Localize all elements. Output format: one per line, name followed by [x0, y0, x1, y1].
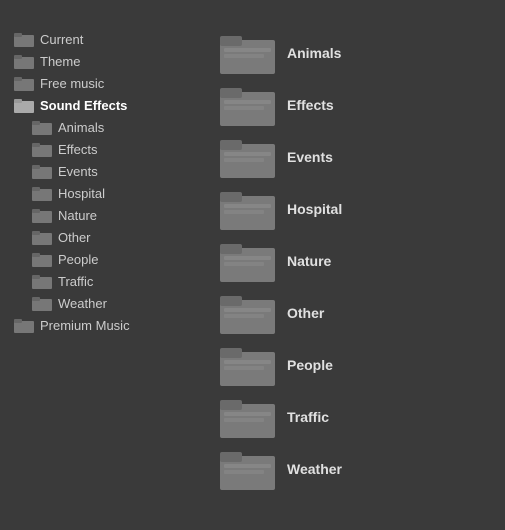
tree-item-nature[interactable]: Nature [14, 204, 210, 226]
grid-item-effects[interactable]: Effects [220, 80, 505, 130]
grid-item-hospital[interactable]: Hospital [220, 184, 505, 234]
page-title [0, 0, 505, 28]
big-folder-icon-nature [220, 240, 275, 282]
tree-label-theme: Theme [40, 54, 80, 69]
folder-icon-events [32, 163, 52, 179]
grid-label-events: Events [287, 149, 333, 165]
tree-label-animals: Animals [58, 120, 104, 135]
tree-label-traffic: Traffic [58, 274, 93, 289]
grid-label-hospital: Hospital [287, 201, 342, 217]
folder-icon-sound-effects [14, 97, 34, 113]
grid-item-events[interactable]: Events [220, 132, 505, 182]
grid-label-effects: Effects [287, 97, 334, 113]
folder-grid: Animals Effects Events Hospital Nature O… [210, 28, 505, 494]
folder-icon-free-music [14, 75, 34, 91]
folder-icon-people [32, 251, 52, 267]
tree-item-other[interactable]: Other [14, 226, 210, 248]
tree-label-sound-effects: Sound Effects [40, 98, 127, 113]
folder-icon-premium-music [14, 317, 34, 333]
folder-icon-animals [32, 119, 52, 135]
tree-item-effects[interactable]: Effects [14, 138, 210, 160]
grid-label-traffic: Traffic [287, 409, 329, 425]
tree-item-current[interactable]: Current [14, 28, 210, 50]
tree-label-current: Current [40, 32, 83, 47]
big-folder-icon-hospital [220, 188, 275, 230]
big-folder-icon-people [220, 344, 275, 386]
grid-item-animals[interactable]: Animals [220, 28, 505, 78]
grid-item-nature[interactable]: Nature [220, 236, 505, 286]
grid-item-traffic[interactable]: Traffic [220, 392, 505, 442]
tree-item-sound-effects[interactable]: Sound Effects [14, 94, 210, 116]
folder-icon-hospital [32, 185, 52, 201]
big-folder-icon-other [220, 292, 275, 334]
tree-label-hospital: Hospital [58, 186, 105, 201]
tree-label-events: Events [58, 164, 98, 179]
folder-icon-weather [32, 295, 52, 311]
tree-label-weather: Weather [58, 296, 107, 311]
tree-label-people: People [58, 252, 98, 267]
big-folder-icon-effects [220, 84, 275, 126]
folder-icon-other [32, 229, 52, 245]
tree-item-premium-music[interactable]: Premium Music [14, 314, 210, 336]
folder-icon-traffic [32, 273, 52, 289]
big-folder-icon-animals [220, 32, 275, 74]
big-folder-icon-weather [220, 448, 275, 490]
tree-label-other: Other [58, 230, 91, 245]
tree-label-nature: Nature [58, 208, 97, 223]
tree-item-animals[interactable]: Animals [14, 116, 210, 138]
grid-item-other[interactable]: Other [220, 288, 505, 338]
grid-label-other: Other [287, 305, 324, 321]
tree-item-traffic[interactable]: Traffic [14, 270, 210, 292]
folder-icon-theme [14, 53, 34, 69]
tree-item-hospital[interactable]: Hospital [14, 182, 210, 204]
tree-label-premium-music: Premium Music [40, 318, 130, 333]
big-folder-icon-traffic [220, 396, 275, 438]
tree-item-events[interactable]: Events [14, 160, 210, 182]
big-folder-icon-events [220, 136, 275, 178]
grid-label-animals: Animals [287, 45, 341, 61]
tree-item-free-music[interactable]: Free music [14, 72, 210, 94]
tree-item-theme[interactable]: Theme [14, 50, 210, 72]
tree-item-weather[interactable]: Weather [14, 292, 210, 314]
grid-label-weather: Weather [287, 461, 342, 477]
folder-icon-current [14, 31, 34, 47]
tree-label-effects: Effects [58, 142, 98, 157]
tree-label-free-music: Free music [40, 76, 104, 91]
tree-item-people[interactable]: People [14, 248, 210, 270]
file-tree: Current Theme Free music Sound Effects A… [0, 28, 210, 494]
folder-icon-nature [32, 207, 52, 223]
grid-label-nature: Nature [287, 253, 331, 269]
folder-icon-effects [32, 141, 52, 157]
grid-label-people: People [287, 357, 333, 373]
grid-item-weather[interactable]: Weather [220, 444, 505, 494]
grid-item-people[interactable]: People [220, 340, 505, 390]
